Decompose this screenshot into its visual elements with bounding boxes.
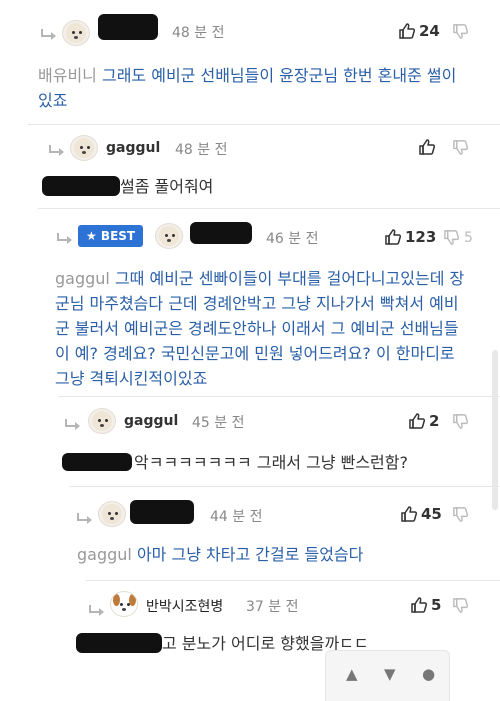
dislike-button[interactable] xyxy=(452,139,469,156)
comment-time: 48 분 전 xyxy=(175,142,228,158)
comment-text: 그래도 예비군 선배님들이 윤장군님 한번 혼내준 썰이있죠 xyxy=(38,66,457,110)
reply-arrow-icon xyxy=(88,604,106,618)
like-button[interactable]: 2 xyxy=(408,412,439,430)
like-button[interactable]: 45 xyxy=(400,505,442,523)
scroll-up-button[interactable]: ▲ xyxy=(346,665,358,683)
comment-time: 46 분 전 xyxy=(266,231,319,247)
floating-action-bar: ▲ ▼ ● xyxy=(325,650,450,701)
dislike-button[interactable] xyxy=(452,597,469,614)
thumbs-up-icon xyxy=(384,228,402,246)
comment-body: 썰좀 풀어줘여 xyxy=(120,174,420,199)
redacted-mention xyxy=(76,633,162,653)
like-count: 24 xyxy=(419,22,440,40)
dislike-count: 5 xyxy=(464,229,473,246)
more-button[interactable]: ● xyxy=(422,665,435,683)
dog-avatar-icon[interactable] xyxy=(62,20,90,46)
like-button[interactable] xyxy=(418,138,439,156)
thumbs-down-icon xyxy=(452,23,469,40)
dog-avatar-icon[interactable] xyxy=(70,135,98,161)
dislike-button[interactable] xyxy=(452,23,469,40)
username[interactable]: gaggul xyxy=(124,413,178,429)
thumbs-up-icon xyxy=(408,412,426,430)
like-count: 45 xyxy=(421,505,442,523)
mention[interactable]: 배유비니 xyxy=(38,66,97,85)
like-count: 123 xyxy=(405,228,437,246)
thumbs-up-icon xyxy=(398,22,416,40)
dislike-button[interactable]: 5 xyxy=(443,229,473,246)
comment-time: 48 분 전 xyxy=(172,25,225,41)
divider xyxy=(58,396,500,397)
divider xyxy=(70,486,500,487)
thumbs-up-icon xyxy=(400,505,418,523)
username[interactable]: 반박시조현병 xyxy=(146,596,223,616)
thumbs-down-icon xyxy=(443,229,460,246)
dislike-button[interactable] xyxy=(452,506,469,523)
mention[interactable]: gaggul xyxy=(55,269,110,288)
redacted-mention xyxy=(62,453,132,471)
redacted-mention xyxy=(42,176,120,196)
comment-text: 썰좀 풀어줘여 xyxy=(120,177,214,196)
dog-avatar-icon[interactable] xyxy=(88,408,116,434)
thumbs-up-icon xyxy=(418,138,436,156)
comment-body: gaggul 그때 예비군 센빠이들이 부대를 걸어다니고있는데 장군님 마주쳤… xyxy=(55,266,470,391)
comment-time: 44 분 전 xyxy=(210,509,263,525)
reply-arrow-icon xyxy=(40,28,58,42)
comment-body: 악ㅋㅋㅋㅋㅋㅋㅋ 그래서 그냥 빤스런함? xyxy=(134,450,464,475)
dog-avatar-icon[interactable] xyxy=(98,501,126,527)
dog-avatar-icon[interactable] xyxy=(110,591,138,617)
like-button[interactable]: 123 xyxy=(384,228,436,246)
dislike-button[interactable] xyxy=(452,413,469,430)
mention[interactable]: gaggul xyxy=(77,545,132,564)
thumbs-down-icon xyxy=(452,506,469,523)
comment-time: 37 분 전 xyxy=(246,599,299,615)
best-badge: ★ BEST xyxy=(78,225,144,247)
comment-text: 아마 그냥 차타고 간걸로 들었슴다 xyxy=(136,545,364,564)
reply-arrow-icon xyxy=(48,144,66,158)
divider xyxy=(38,208,500,209)
comment-text: 악ㅋㅋㅋㅋㅋㅋㅋ 그래서 그냥 빤스런함? xyxy=(134,453,408,472)
scrollbar[interactable] xyxy=(492,350,498,510)
comment-body: 배유비니 그래도 예비군 선배님들이 윤장군님 한번 혼내준 썰이있죠 xyxy=(38,63,468,113)
like-button[interactable]: 24 xyxy=(398,22,440,40)
reply-arrow-icon xyxy=(64,418,82,432)
username[interactable]: gaggul xyxy=(106,140,160,156)
divider xyxy=(28,124,500,125)
thumbs-down-icon xyxy=(452,597,469,614)
scroll-down-button[interactable]: ▼ xyxy=(384,665,396,683)
like-button[interactable]: 5 xyxy=(410,596,441,614)
thumbs-up-icon xyxy=(410,596,428,614)
redacted-username xyxy=(190,222,252,244)
redacted-username xyxy=(98,14,158,40)
reply-arrow-icon xyxy=(76,512,94,526)
redacted-username xyxy=(130,500,194,524)
comment-text: 그때 예비군 센빠이들이 부대를 걸어다니고있는데 장군님 마주쳤슴다 근데 경… xyxy=(55,269,465,388)
like-count: 5 xyxy=(431,596,442,614)
thumbs-down-icon xyxy=(452,413,469,430)
dog-avatar-icon[interactable] xyxy=(155,223,183,249)
divider xyxy=(86,580,500,581)
like-count: 2 xyxy=(429,412,440,430)
comment-body: gaggul 아마 그냥 차타고 간걸로 들었슴다 xyxy=(77,542,467,567)
reply-arrow-icon xyxy=(56,232,74,246)
thumbs-down-icon xyxy=(452,139,469,156)
comment-time: 45 분 전 xyxy=(192,415,245,431)
